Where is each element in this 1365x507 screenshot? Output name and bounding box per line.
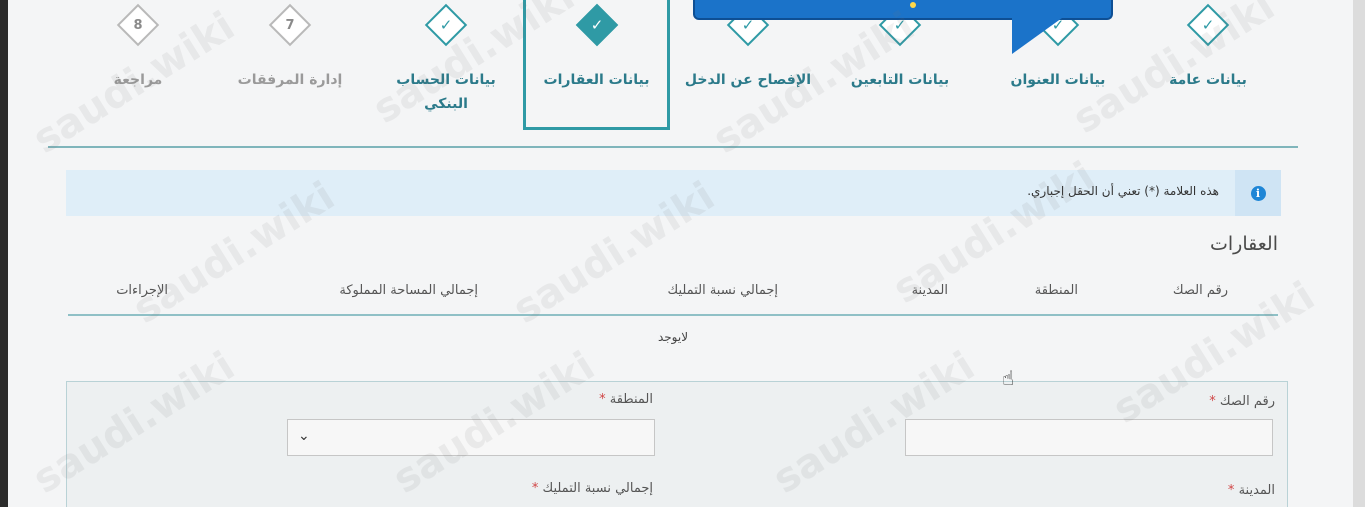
- deed-number-input[interactable]: [905, 419, 1273, 456]
- chevron-down-icon: ⌄: [298, 428, 310, 444]
- wizard-stepper: ✓ بيانات عامة ✓ بيانات العنوان ✓ بيانات …: [8, 0, 1353, 148]
- alert-text: هذه العلامة (*) تعني أن الحقل إجباري.: [1027, 184, 1219, 198]
- column-actions: الإجراءات: [116, 283, 168, 298]
- step-number: 7: [285, 17, 295, 33]
- step-review[interactable]: 8 مراجعة: [88, 0, 188, 130]
- left-window-edge: [0, 0, 8, 507]
- hand-cursor-icon: ☝: [1002, 366, 1015, 390]
- section-title: العقارات: [1210, 233, 1278, 255]
- step-label: بيانات العنوان: [1010, 72, 1106, 88]
- step-label: بيانات التابعين: [850, 72, 950, 88]
- annotation-callout: [693, 0, 1113, 20]
- required-fields-alert: i هذه العلامة (*) تعني أن الحقل إجباري.: [66, 170, 1281, 216]
- step-label: إدارة المرفقات: [237, 72, 343, 88]
- step-label: بيانات عامة: [1169, 72, 1247, 88]
- check-icon: ✓: [439, 16, 453, 34]
- column-deed-number: رقم الصك: [1172, 283, 1228, 298]
- step-real-estate-info[interactable]: ✓ بيانات العقارات: [523, 0, 670, 130]
- real-estate-table-header: رقم الصك المنطقة المدينة إجمالي نسبة الت…: [68, 278, 1278, 316]
- step-label: مراجعة: [113, 72, 163, 88]
- city-label: المدينة *: [1227, 483, 1275, 498]
- deed-number-label: رقم الصك *: [1209, 394, 1275, 409]
- column-city: المدينة: [911, 283, 948, 298]
- stepper-divider: [48, 146, 1298, 148]
- form-panel: ✓ بيانات عامة ✓ بيانات العنوان ✓ بيانات …: [8, 0, 1353, 507]
- scrollbar[interactable]: [1353, 0, 1365, 507]
- check-icon: ✓: [590, 16, 603, 34]
- info-icon: i: [1250, 185, 1266, 201]
- column-owned-area: إجمالي المساحة المملوكة: [339, 283, 478, 298]
- callout-pointer: [1012, 18, 1062, 54]
- add-property-form: رقم الصك * المنطقة * ⌄ المدينة * إجمالي …: [66, 381, 1288, 507]
- region-select[interactable]: ⌄: [287, 419, 655, 456]
- step-label: بيانات العقارات: [543, 72, 650, 88]
- step-label: الإفصاح عن الدخل: [684, 72, 812, 88]
- step-general-info[interactable]: ✓ بيانات عامة: [1143, 0, 1273, 130]
- ownership-ratio-label: إجمالي نسبة التمليك *: [531, 481, 653, 496]
- check-icon: ✓: [1201, 16, 1215, 34]
- region-label: المنطقة *: [599, 392, 653, 407]
- step-attachments[interactable]: 7 إدارة المرفقات: [230, 0, 350, 130]
- column-region: المنطقة: [1034, 283, 1078, 298]
- table-empty-row: لايوجد: [657, 330, 689, 344]
- step-number: 8: [133, 17, 143, 33]
- column-ownership-ratio: إجمالي نسبة التمليك: [667, 283, 779, 298]
- step-label: بيانات الحساب البنكي: [396, 72, 496, 112]
- callout-highlight: [910, 2, 916, 8]
- step-bank-account-info[interactable]: ✓ بيانات الحساب البنكي: [386, 0, 506, 130]
